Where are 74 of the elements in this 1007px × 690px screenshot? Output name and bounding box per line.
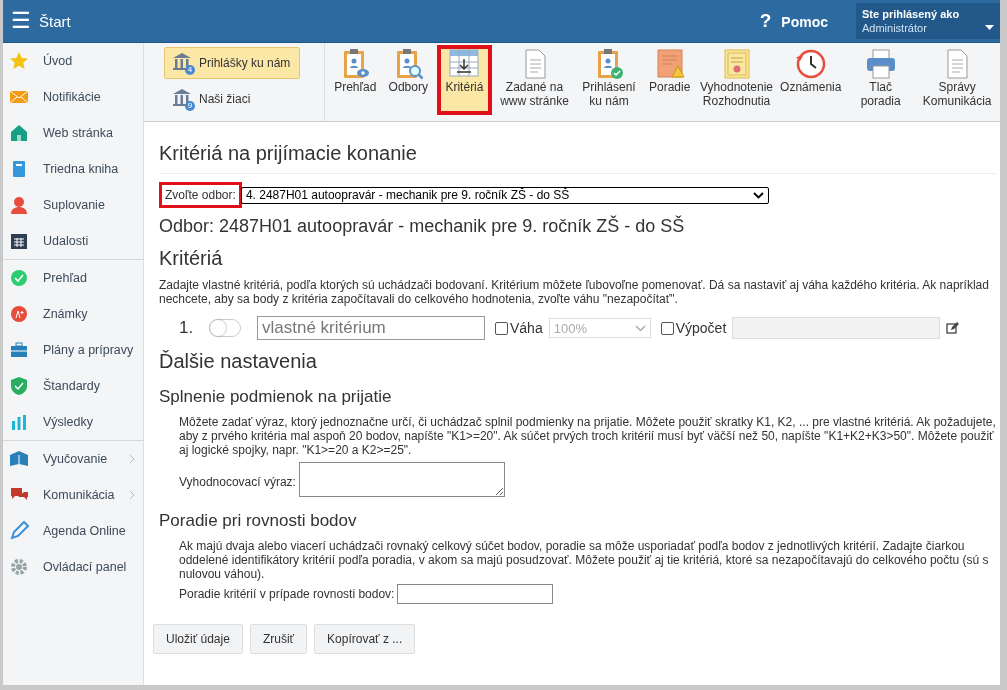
weight-checkbox[interactable]: Váha — [495, 320, 543, 336]
field-label: Zvoľte odbor: — [159, 182, 242, 208]
chevron-icon — [129, 454, 135, 464]
sidebar-item[interactable]: Ovládací panel — [3, 549, 143, 585]
menu-button[interactable]: ☰ — [7, 8, 35, 34]
tie-description: Ak majú dvaja alebo viacerí uchádzači rovnaký celkový súčet bodov, poradie sa môže usporiadať podľa bodov z jednotlivých kritérií. Zadajte čiarkou oddelené identifikátory kritérií podľa poradia, v akom sa majú posudzovať. Môžete použiť aj tie kritériá, ktoré sa nezapočítavajú do celkového počtu (sú s nulovou váhou). — [179, 539, 990, 581]
chevron-icon — [129, 490, 135, 500]
gear-icon — [9, 557, 29, 577]
field-label: Poradie kritérií v prípade rovnosti bodov: — [179, 587, 395, 601]
user-dropdown[interactable]: Ste prihlásený ako Administrátor — [856, 3, 1000, 39]
sidebar-item[interactable]: Vyučovanie — [3, 441, 143, 477]
sidebar-item[interactable]: Agenda Online — [3, 513, 143, 549]
sidebar-item[interactable]: Web stránka — [3, 115, 143, 151]
action-button[interactable]: Zrušiť — [249, 624, 308, 654]
sidebar-item[interactable]: Triedna kniha — [3, 151, 143, 187]
criterion-number: 1. — [179, 318, 195, 338]
section-heading: Kritériá — [159, 247, 224, 270]
sidebar-item[interactable]: Úvod — [3, 43, 143, 79]
toolbar-button[interactable]: Prehľad — [331, 45, 380, 115]
subsection-heading: Poradie pri rovnosti bodov — [159, 511, 358, 531]
sidebar-item[interactable]: Štandardy — [3, 368, 143, 404]
table-icon — [447, 48, 482, 80]
help-button[interactable]: ? Pomoc — [759, 10, 828, 32]
sidebar-item[interactable]: Výsledky — [3, 404, 143, 440]
openbook-icon — [9, 449, 29, 469]
calendar-icon — [9, 231, 29, 251]
chevron-down-icon — [634, 324, 646, 332]
action-button[interactable]: Uložiť údaje — [153, 624, 243, 654]
bars-icon — [9, 412, 29, 432]
pen-icon — [9, 521, 29, 541]
sidebar-item[interactable]: Plány a prípravy — [3, 332, 143, 368]
section-tab[interactable]: 4 Prihlášky ku nám — [164, 47, 300, 79]
sidebar-item[interactable]: Notifikácie — [3, 79, 143, 115]
subsection-heading: Splnenie podmienok na prijatie — [159, 387, 393, 407]
house-icon — [9, 123, 29, 143]
toolbar-button[interactable]: Odbory — [384, 45, 433, 115]
chevron-down-icon — [752, 191, 764, 199]
shield-icon — [9, 376, 29, 396]
calculation-field[interactable] — [732, 317, 941, 339]
caret-icon — [985, 25, 994, 30]
expression-field[interactable] — [298, 462, 505, 497]
toolbar-button[interactable]: Zadané na www stránke — [496, 45, 573, 115]
toolbar-button[interactable]: Prihlásení ku nám — [577, 45, 641, 115]
star-icon — [9, 51, 29, 71]
calculation-checkbox[interactable]: Výpočet — [660, 320, 727, 336]
criteria-description: Zadajte vlastné kritériá, podľa ktorých sú uchádzači bodovaní. Kritérium môžete ľubovoľne pomenovať. Dá sa nastaviť aj váha každého kritéria. Ak napríklad nechcete, aby sa body z kritéria započítavali do celkového hodnotenia, zvoľte váhu "nezapočítať". — [159, 278, 990, 306]
briefcase-icon — [9, 340, 29, 360]
page-title: Kritériá na prijímacie konanie — [159, 142, 996, 174]
edit-icon[interactable] — [946, 322, 960, 334]
order-field[interactable] — [397, 584, 554, 604]
toolbar-button[interactable]: Vyhodnotenie Rozhodnutia — [698, 45, 775, 115]
toolbar-button[interactable]: Poradie — [645, 45, 694, 115]
app-title: Štart — [39, 12, 71, 30]
sidebar-item[interactable]: Suplovanie — [3, 187, 143, 223]
toolbar-button[interactable]: Oznámenia — [779, 45, 843, 115]
toolbar-button[interactable]: Kritériá — [437, 45, 492, 115]
action-button[interactable]: Kopírovať z ... — [314, 624, 416, 654]
sidebar-item[interactable]: Udalosti — [3, 223, 143, 259]
section-heading: Ďalšie nastavenia — [159, 350, 318, 373]
criterion-name-field[interactable]: vlastné kritérium — [257, 316, 485, 340]
sidebar-item[interactable]: Prehľad — [3, 260, 143, 296]
program-select[interactable]: 4. 2487H01 autoopravár - mechanik pre 9. ročník ZŠ - do SŠ — [240, 186, 769, 204]
toolbar-button[interactable]: Tlač poradia — [847, 45, 915, 115]
grade-icon — [9, 304, 29, 324]
field-label: Vyhodnocovací výraz: — [179, 475, 296, 489]
section-tab[interactable]: 9 Naši žiaci — [164, 83, 300, 115]
conditions-description: Môžete zadať výraz, ktorý jednoznačne určí, či uchádzač splnil podmienky na prijatie. Môžete použiť skratky K1, K2, ... pre vlastné kritériá. Ak požadujete, aby z prvého kritéria mal aspoň 20 bodov, napíšte "K1>=20". Ak súčet prvých troch kritérií musí byť väčší než 50, napíšte "K1+K2+K3>50". Môžete použiť aj logické spojky, napr. "K1>=20 a K2>=25". — [179, 415, 996, 457]
sidebar-item[interactable]: Známky — [3, 296, 143, 332]
check-icon — [9, 268, 29, 288]
toolbar-button[interactable]: Správy Komunikácia — [919, 45, 995, 115]
sidebar-item[interactable]: Komunikácia — [3, 477, 143, 513]
person-icon — [9, 195, 29, 215]
toggle-switch[interactable] — [209, 319, 241, 337]
program-heading: Odbor: 2487H01 autoopravár - mechanik pre 9. ročník ZŠ - do SŠ — [159, 216, 686, 237]
